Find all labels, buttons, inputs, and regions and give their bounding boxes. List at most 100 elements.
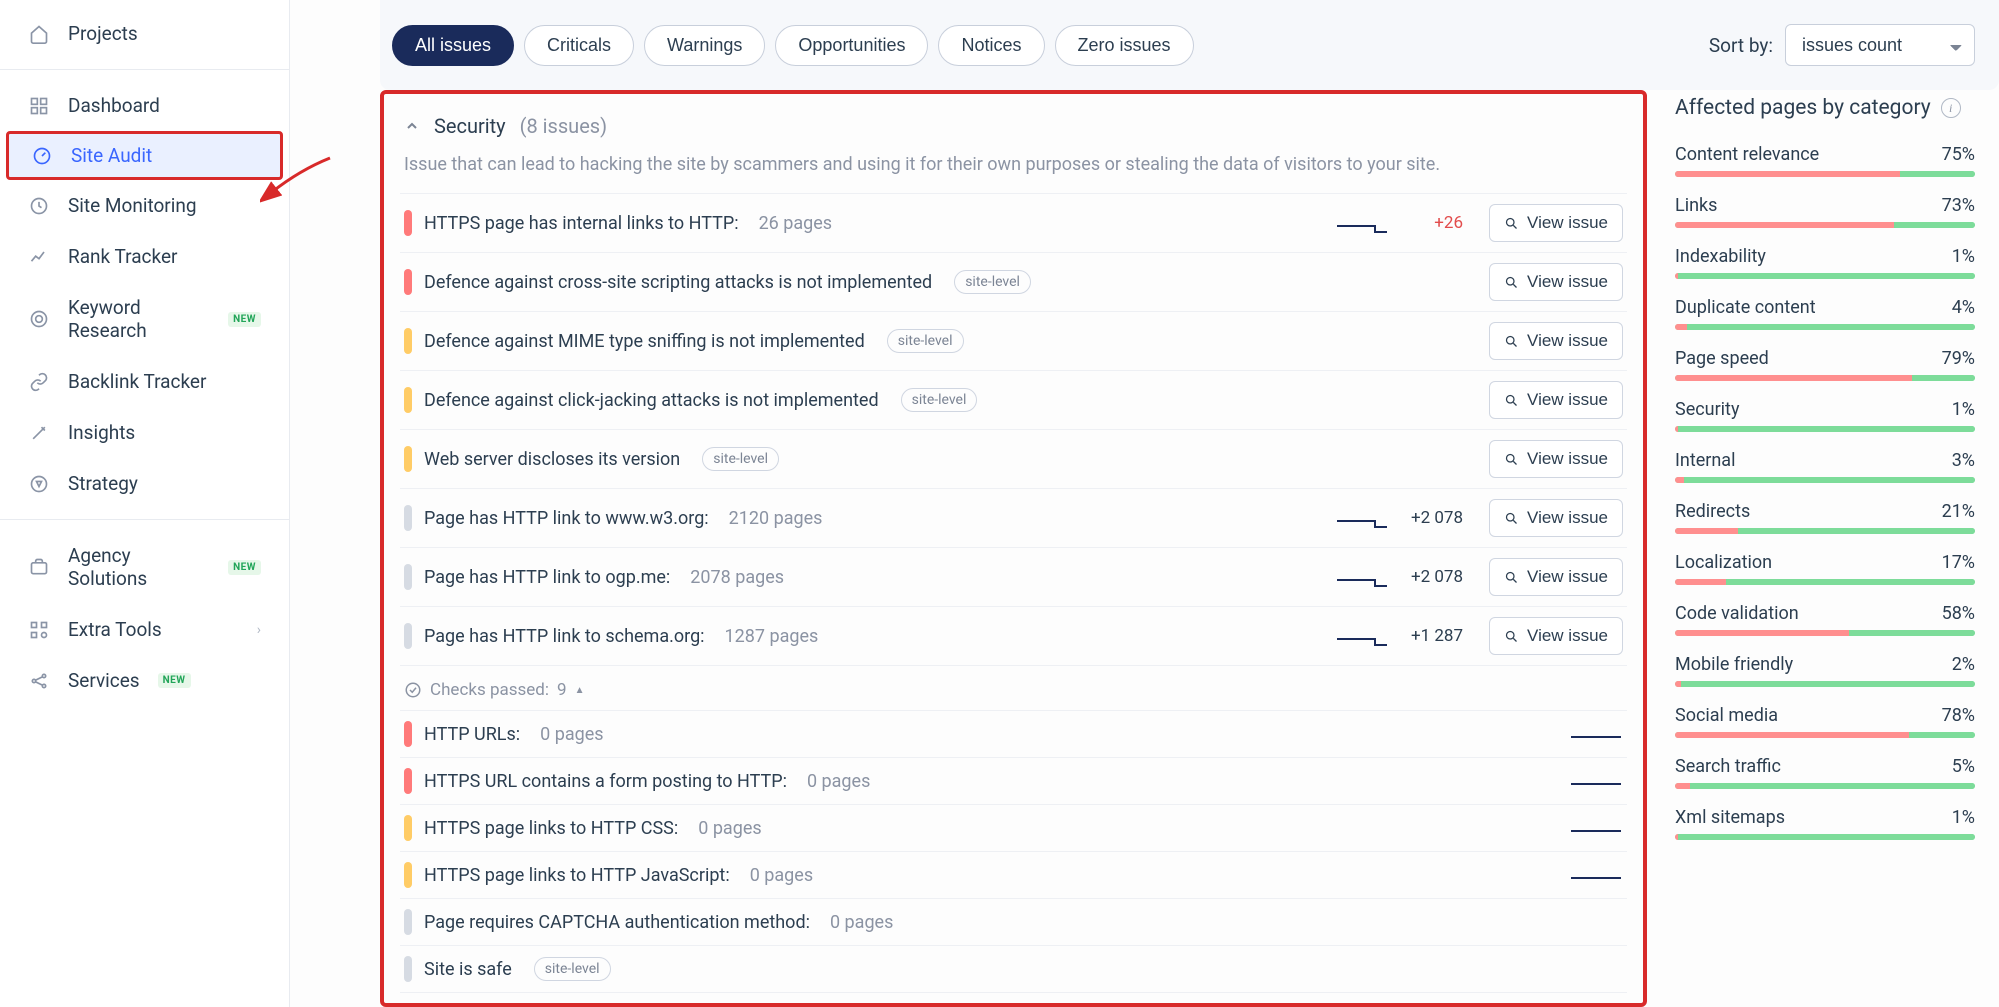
view-issue-button[interactable]: View issue [1489,263,1623,301]
site-level-tag: site-level [702,447,779,471]
nav-site-audit[interactable]: Site Audit [6,131,283,180]
nav-label: Backlink Tracker [68,370,206,393]
share-icon [28,670,50,692]
nav-insights[interactable]: Insights [0,407,289,458]
filter-opportunities[interactable]: Opportunities [775,25,928,66]
category-row[interactable]: Search traffic5% [1675,750,1975,801]
category-bar [1675,324,1975,330]
nav-services[interactable]: Services NEW [0,655,289,706]
issue-row: Web server discloses its versionsite-lev… [400,429,1627,488]
new-badge: NEW [228,560,261,575]
severity-indicator [404,328,412,354]
category-row[interactable]: Content relevance75% [1675,138,1975,189]
view-issue-button[interactable]: View issue [1489,558,1623,596]
nav-site-monitoring[interactable]: Site Monitoring [0,180,289,231]
category-row[interactable]: Code validation58% [1675,597,1975,648]
category-pct: 17% [1942,552,1975,573]
issue-pages: 0 pages [830,912,893,933]
view-issue-button[interactable]: View issue [1489,440,1623,478]
check-icon [404,681,422,699]
view-issue-button[interactable]: View issue [1489,381,1623,419]
category-bar [1675,477,1975,483]
category-row[interactable]: Duplicate content4% [1675,291,1975,342]
category-bar [1675,630,1975,636]
nav-label: Rank Tracker [68,245,177,268]
category-row[interactable]: Localization17% [1675,546,1975,597]
sort-select[interactable]: issues count [1785,24,1975,66]
issue-row: HTTP URLs:0 pages [400,710,1627,757]
issue-row: HTTPS page has internal links to HTTP:26… [400,193,1627,252]
filter-all-issues[interactable]: All issues [392,25,514,66]
wand-icon [28,422,50,444]
site-level-tag: site-level [954,270,1031,294]
category-label: Code validation [1675,603,1799,624]
issue-row: Defence against click-jacking attacks is… [400,370,1627,429]
nav-label: Extra Tools [68,618,162,641]
nav-backlink-tracker[interactable]: Backlink Tracker [0,356,289,407]
filter-zero-issues[interactable]: Zero issues [1055,25,1194,66]
nav-label: Agency Solutions [68,544,210,590]
filter-criticals[interactable]: Criticals [524,25,634,66]
section-count: (8 issues) [520,114,607,138]
issue-title: Page has HTTP link to ogp.me: [424,567,670,588]
severity-indicator [404,768,412,794]
category-row[interactable]: Security1% [1675,393,1975,444]
nav-dashboard[interactable]: Dashboard [0,80,289,131]
category-row[interactable]: Social media78% [1675,699,1975,750]
issue-title: Page has HTTP link to www.w3.org: [424,508,709,529]
checks-passed-label: Checks passed: [430,680,549,700]
view-issue-button[interactable]: View issue [1489,617,1623,655]
category-pct: 4% [1952,297,1975,318]
nav-strategy[interactable]: Strategy [0,458,289,509]
nav-keyword-research[interactable]: Keyword Research NEW [0,282,289,356]
nav-label: Projects [68,22,138,45]
sparkline [1335,507,1389,529]
issue-row: Page has HTTP link to ogp.me:2078 pages+… [400,547,1627,606]
issue-pages: 0 pages [807,771,870,792]
section-header[interactable]: Security (8 issues) [400,106,1627,142]
info-icon[interactable]: i [1941,98,1961,118]
issue-row: Site is safesite-level [400,945,1627,992]
category-pct: 78% [1942,705,1975,726]
category-label: Links [1675,195,1717,216]
category-row[interactable]: Internal3% [1675,444,1975,495]
new-badge: NEW [158,673,191,688]
severity-indicator [404,909,412,935]
nav-label: Site Audit [71,144,152,167]
category-row[interactable]: Links73% [1675,189,1975,240]
category-row[interactable]: Xml sitemaps1% [1675,801,1975,852]
category-row[interactable]: Indexability1% [1675,240,1975,291]
nav-label: Keyword Research [68,296,210,342]
sort-label: Sort by: [1709,34,1773,57]
view-issue-button[interactable]: View issue [1489,322,1623,360]
sparkline [1335,566,1389,588]
issue-pages: 2078 pages [690,567,784,588]
home-icon [28,23,50,45]
category-row[interactable]: Redirects21% [1675,495,1975,546]
site-level-tag: site-level [534,957,611,981]
view-issue-button[interactable]: View issue [1489,204,1623,242]
affected-pages-panel: Affected pages by category i Content rel… [1675,90,1975,1007]
category-bar [1675,681,1975,687]
checks-passed-toggle[interactable]: Checks passed: 9 ▲ [400,665,1627,710]
issue-title: HTTPS page links to HTTP CSS: [424,818,678,839]
severity-indicator [404,505,412,531]
category-row[interactable]: Page speed79% [1675,342,1975,393]
category-label: Page speed [1675,348,1769,369]
category-row[interactable]: Mobile friendly2% [1675,648,1975,699]
site-level-tag: site-level [901,388,978,412]
briefcase-icon [28,556,50,578]
checks-passed-count: 9 [557,680,567,700]
category-label: Content relevance [1675,144,1819,165]
category-pct: 21% [1942,501,1975,522]
issue-title: HTTPS page links to HTTP JavaScript: [424,865,730,886]
nav-agency-solutions[interactable]: Agency Solutions NEW [0,530,289,604]
filter-warnings[interactable]: Warnings [644,25,765,66]
issue-pages: 0 pages [698,818,761,839]
nav-projects[interactable]: Projects [0,8,289,59]
sparkline [1335,625,1389,647]
nav-rank-tracker[interactable]: Rank Tracker [0,231,289,282]
nav-extra-tools[interactable]: Extra Tools › [0,604,289,655]
view-issue-button[interactable]: View issue [1489,499,1623,537]
filter-notices[interactable]: Notices [938,25,1044,66]
